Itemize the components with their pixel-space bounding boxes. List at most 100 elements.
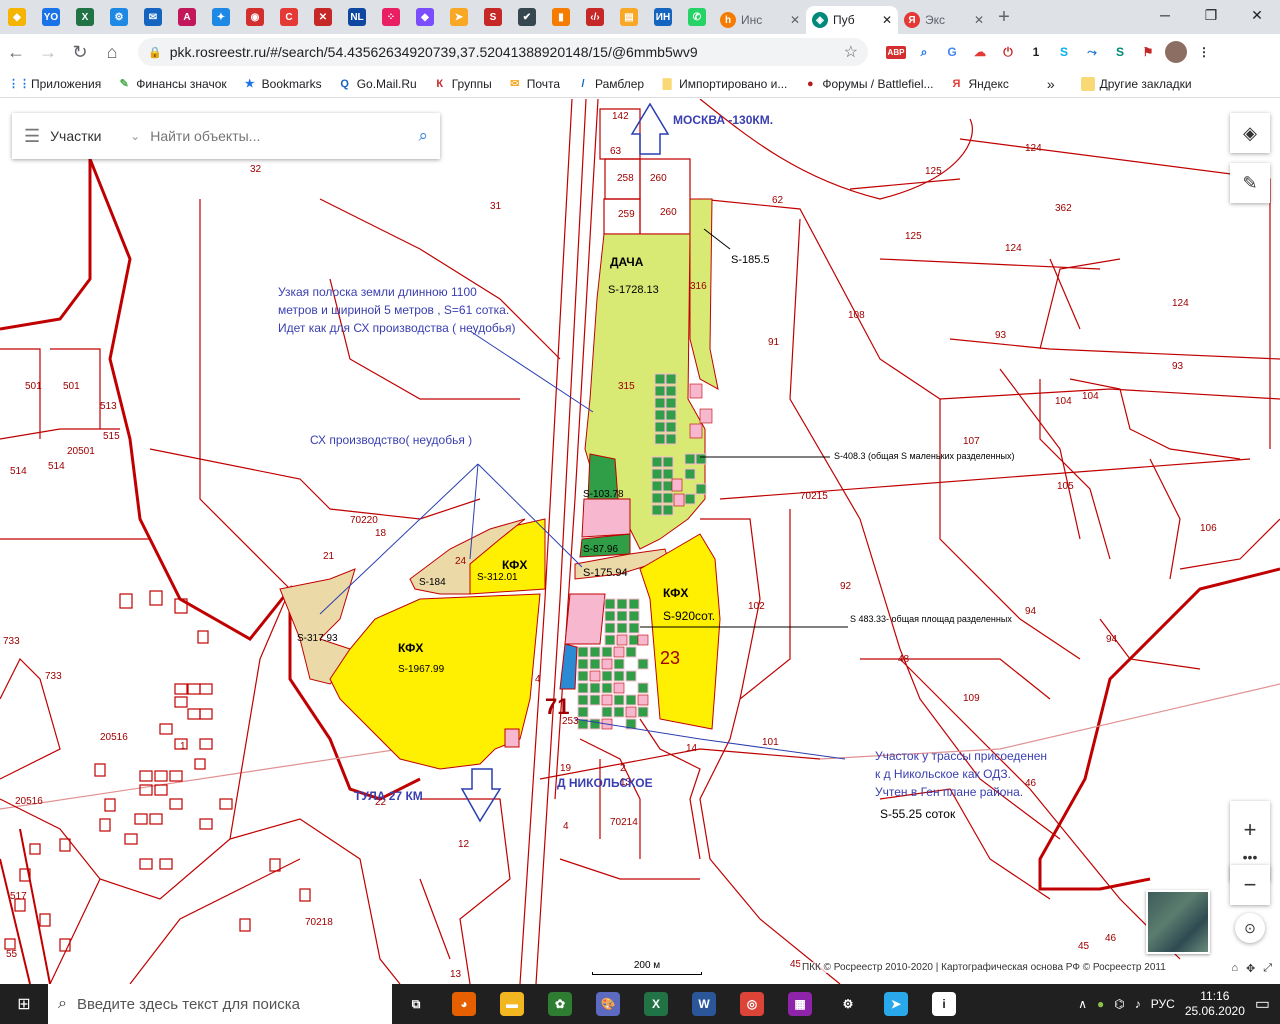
taskbar-search[interactable]: ⌕ Введите здесь текст для поиска — [48, 984, 392, 1024]
restore-icon[interactable]: ❐ — [1188, 0, 1234, 30]
home-map-icon[interactable]: ⌂ — [1231, 962, 1238, 975]
layers-button[interactable]: ◈ — [1230, 113, 1270, 153]
tab-close-icon[interactable]: ✕ — [882, 13, 892, 27]
font-a-icon[interactable]: A — [170, 0, 204, 34]
dots-icon[interactable]: ⁘ — [374, 0, 408, 34]
url-text[interactable]: pkk.rosreestr.ru/#/search/54.43562634920… — [170, 44, 698, 60]
bookmark-item[interactable]: Я Яндекс — [949, 77, 1009, 91]
tab-close-icon[interactable]: ✕ — [974, 13, 984, 27]
bookmark-item[interactable]: / Рамблер — [576, 77, 645, 91]
windows-start-icon[interactable]: ⊞ — [0, 984, 48, 1024]
back-arrow-icon[interactable]: ← — [0, 36, 32, 68]
s-green-icon[interactable]: S — [1106, 38, 1134, 66]
tab-close-icon[interactable]: ✕ — [790, 13, 800, 27]
language-indicator[interactable]: РУС — [1151, 997, 1175, 1011]
one-icon[interactable]: 1 — [1022, 38, 1050, 66]
pdf-icon[interactable]: ⚑ — [1134, 38, 1162, 66]
search-input[interactable] — [150, 128, 409, 144]
code-icon[interactable]: ‹/› — [578, 0, 612, 34]
check-icon[interactable]: ✔ — [510, 0, 544, 34]
star-blue-icon[interactable]: ✦ — [204, 0, 238, 34]
zoom-out-button[interactable]: − — [1230, 865, 1270, 905]
measure-button[interactable]: ✎ — [1230, 163, 1270, 203]
winrar-icon[interactable]: ▦ — [776, 984, 824, 1024]
bookmark-item[interactable]: ✎ Финансы значок — [117, 77, 227, 91]
menu-dots-icon[interactable]: ⋮ — [1190, 38, 1218, 66]
translate-icon[interactable]: ⌕ — [910, 38, 938, 66]
search-icon[interactable]: ⌕ — [418, 126, 428, 146]
profile-avatar[interactable] — [1162, 38, 1190, 66]
search-category[interactable]: Участки — [50, 128, 120, 144]
cadastral-map[interactable]: 142 63 258 260 259 260 62 124 125 362 32 31 125 124 12… — [0, 99, 1280, 984]
map-canvas[interactable]: 14263258 260259 26062124125362323112512412… — [0, 99, 1280, 984]
new-tab-button[interactable]: + — [990, 3, 1018, 31]
s-red-icon[interactable]: S — [476, 0, 510, 34]
skype-icon[interactable]: S — [1050, 38, 1078, 66]
bookmark-item[interactable]: ▇ Импортировано и... — [660, 77, 788, 91]
minimize-icon[interactable]: ─ — [1142, 0, 1188, 30]
explorer-icon[interactable]: ▬ — [488, 984, 536, 1024]
bookmark-yellow-icon[interactable]: ◆ — [0, 0, 34, 34]
settings-icon[interactable]: ⚙ — [824, 984, 872, 1024]
bookmark-item[interactable]: К Группы — [433, 77, 491, 91]
info-app-icon[interactable]: i — [920, 984, 968, 1024]
forward-arrow-icon[interactable]: → — [32, 36, 64, 68]
bookmark-item[interactable]: ✉ Почта — [508, 77, 560, 91]
volume-icon[interactable]: ♪ — [1135, 997, 1141, 1011]
bookmark-item[interactable]: ● Форумы / Battlefiel... — [803, 77, 933, 91]
expand-icon[interactable]: ⤢ — [1263, 962, 1272, 975]
bookmark-item[interactable]: ⋮⋮ Приложения — [8, 77, 101, 91]
word-app-icon[interactable]: W — [680, 984, 728, 1024]
yo-icon[interactable]: YO — [34, 0, 68, 34]
reload-icon[interactable]: ↻ — [64, 36, 96, 68]
tray-app-icon[interactable]: ● — [1097, 997, 1104, 1011]
chevron-down-icon[interactable]: ⌄ — [130, 129, 140, 143]
zoom-in-icon[interactable]: + — [1244, 817, 1257, 843]
task-view-icon[interactable]: ⧉ — [392, 984, 440, 1024]
browser-tab[interactable]: ◈ Пуб ✕ — [806, 6, 898, 34]
notifications-icon[interactable]: ▭ — [1255, 994, 1270, 1014]
google-translate-icon[interactable]: G — [938, 38, 966, 66]
power-icon[interactable]: ⏻ — [994, 38, 1022, 66]
browser-tab[interactable]: Я Экс ✕ — [898, 6, 990, 34]
home-icon[interactable]: ⌂ — [96, 36, 128, 68]
address-bar[interactable]: 🔒 pkk.rosreestr.ru/#/search/54.435626349… — [138, 38, 868, 66]
zoom-more-icon[interactable]: ••• — [1243, 849, 1258, 865]
tray-chevron-icon[interactable]: ∧ — [1078, 997, 1087, 1011]
chart-icon[interactable]: ▮ — [544, 0, 578, 34]
paint-icon[interactable]: 🎨 — [584, 984, 632, 1024]
bookmark-item[interactable]: ★ Bookmarks — [243, 77, 322, 91]
mail-icon[interactable]: ✉ — [136, 0, 170, 34]
bookmarks-more[interactable]: » — [1047, 76, 1055, 92]
bookmark-item[interactable]: Q Go.Mail.Ru — [338, 77, 416, 91]
diamond-icon[interactable]: ◆ — [408, 0, 442, 34]
tool-red-icon[interactable]: ✕ — [306, 0, 340, 34]
green-app-icon[interactable]: ✿ — [536, 984, 584, 1024]
gear-app-icon[interactable]: ⚙ — [102, 0, 136, 34]
cloud-icon[interactable]: ☁ — [966, 38, 994, 66]
note-icon[interactable]: ▤ — [612, 0, 646, 34]
nl-icon[interactable]: NL — [340, 0, 374, 34]
circle-red-icon[interactable]: ◉ — [238, 0, 272, 34]
other-bookmarks-folder[interactable]: Другие закладки — [1080, 76, 1192, 91]
adblock-icon[interactable]: ABP — [882, 38, 910, 66]
whatsapp-icon[interactable]: ✆ — [680, 0, 714, 34]
locate-icon[interactable]: ✥ — [1246, 962, 1255, 975]
compass-button[interactable]: ⊙ — [1235, 913, 1265, 943]
browser-tab[interactable]: h Инс ✕ — [714, 6, 806, 34]
clock[interactable]: 11:16 25.06.2020 — [1185, 989, 1245, 1019]
chrome-icon[interactable]: ◎ — [728, 984, 776, 1024]
share-icon[interactable]: ⤳ — [1078, 38, 1106, 66]
in-icon[interactable]: ИН — [646, 0, 680, 34]
satellite-thumbnail[interactable] — [1146, 890, 1210, 954]
excel-icon[interactable]: X — [68, 0, 102, 34]
excel-app-icon[interactable]: X — [632, 984, 680, 1024]
close-window-icon[interactable]: ✕ — [1234, 0, 1280, 30]
bookmark-star-icon[interactable]: ☆ — [844, 42, 858, 62]
telegram-icon[interactable]: ➤ — [872, 984, 920, 1024]
firefox-icon[interactable]: ◕ — [440, 984, 488, 1024]
c-red-icon[interactable]: C — [272, 0, 306, 34]
arrow-icon[interactable]: ➤ — [442, 0, 476, 34]
network-icon[interactable]: ⌬ — [1114, 997, 1124, 1011]
hamburger-menu-icon[interactable]: ☰ — [24, 126, 40, 147]
